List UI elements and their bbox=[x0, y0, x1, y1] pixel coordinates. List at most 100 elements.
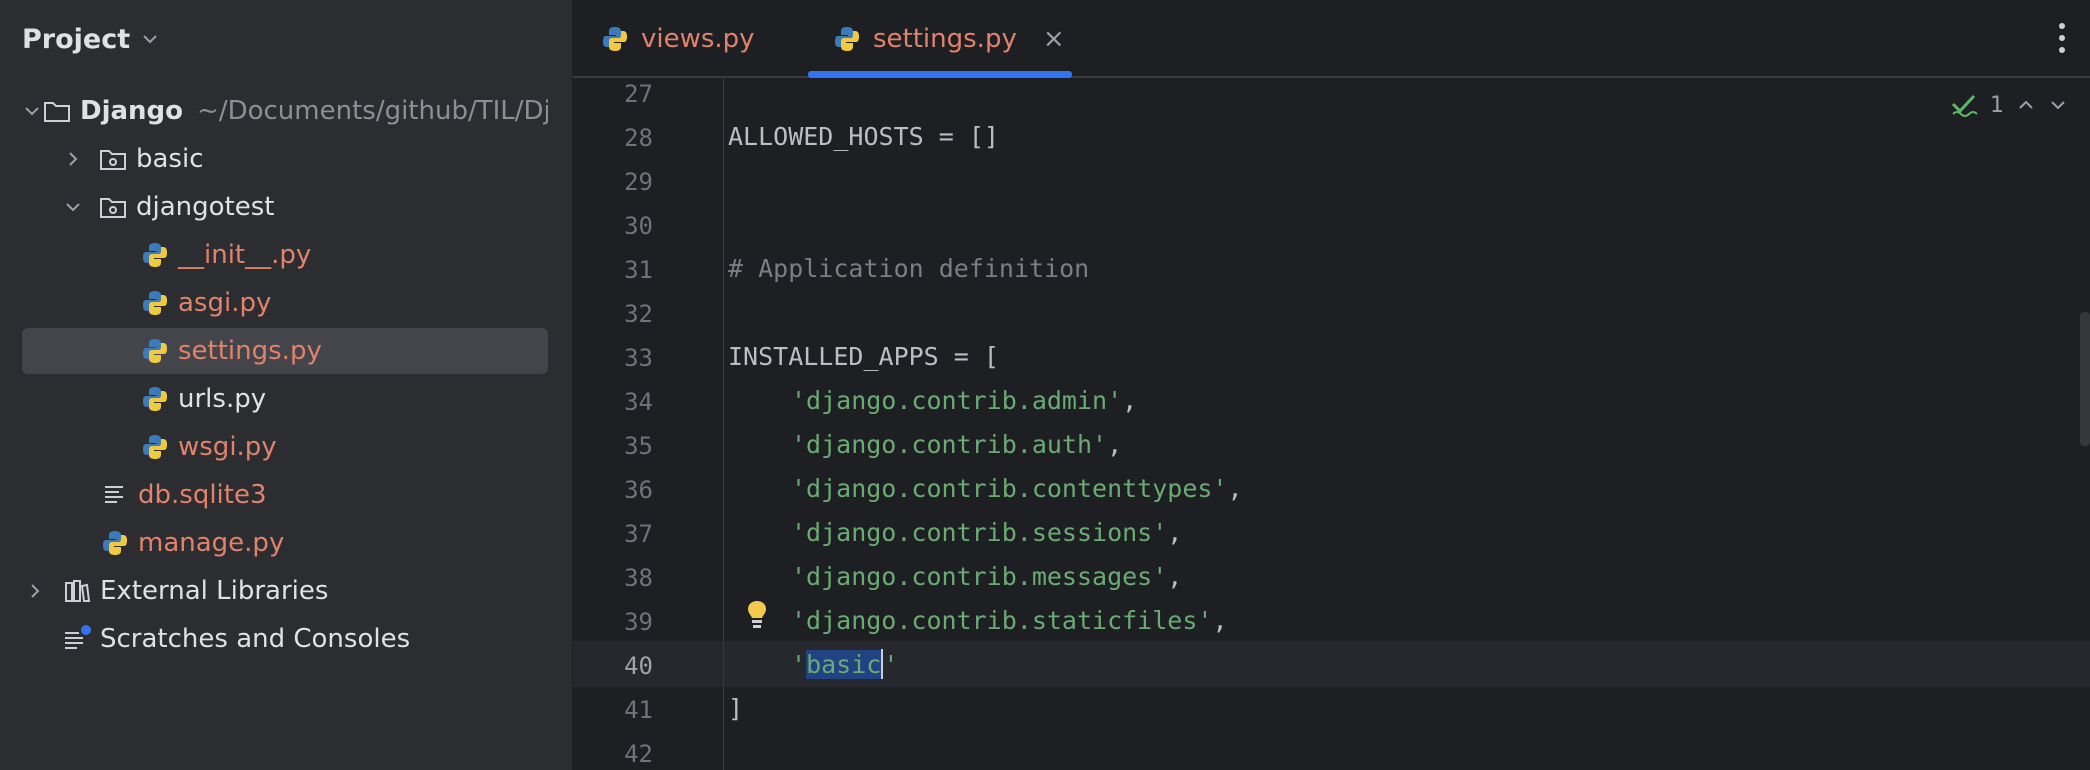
code-text: ] bbox=[728, 693, 744, 723]
folder-icon bbox=[42, 96, 72, 126]
tree-item-label: Scratches and Consoles bbox=[100, 624, 411, 654]
tree-item-label: Django bbox=[80, 96, 184, 126]
line-number: 29 bbox=[624, 168, 653, 196]
tree-item-settings-py[interactable]: settings.py bbox=[22, 328, 548, 374]
tree-item-init-py[interactable]: __init__.py bbox=[140, 232, 548, 278]
more-options-icon[interactable] bbox=[2056, 18, 2068, 58]
python-file-icon bbox=[100, 528, 130, 558]
chevron-down-icon[interactable] bbox=[22, 98, 42, 124]
code-string: 'django.contrib.sessions' bbox=[791, 517, 1168, 547]
tree-item-urls-py[interactable]: urls.py bbox=[140, 376, 548, 422]
inspection-widget[interactable]: 1 bbox=[1950, 88, 2090, 122]
chevron-right-icon[interactable] bbox=[22, 578, 48, 604]
tree-item-label: manage.py bbox=[138, 528, 285, 558]
line-number: 39 bbox=[624, 608, 653, 636]
editor-area: views.py settings.py × 27 28 29 30 31 32… bbox=[573, 0, 2090, 770]
code-text: INSTALLED_APPS = [ bbox=[728, 341, 999, 371]
python-file-icon bbox=[140, 240, 170, 270]
code-line-36[interactable]: 'django.contrib.contenttypes', bbox=[791, 466, 1243, 510]
close-icon[interactable]: × bbox=[1043, 24, 1065, 54]
tree-item-django[interactable]: Django ~/Documents/github/TIL/Django bbox=[22, 88, 548, 134]
tree-item-basic[interactable]: basic bbox=[60, 136, 548, 182]
code-line-39[interactable]: 'django.contrib.staticfiles', bbox=[791, 598, 1228, 642]
tree-item-label: asgi.py bbox=[178, 288, 272, 318]
tree-item-label: db.sqlite3 bbox=[138, 480, 267, 510]
tree-item-label: __init__.py bbox=[178, 240, 312, 270]
project-panel-header[interactable]: Project bbox=[22, 22, 160, 56]
line-number: 36 bbox=[624, 476, 653, 504]
chevron-down-icon[interactable] bbox=[2048, 95, 2068, 115]
tree-item-path: ~/Documents/github/TIL/Django bbox=[197, 96, 548, 126]
line-number: 34 bbox=[624, 388, 653, 416]
tree-item-label: basic bbox=[136, 144, 204, 174]
code-line-37[interactable]: 'django.contrib.sessions', bbox=[791, 510, 1182, 554]
python-file-icon bbox=[140, 336, 170, 366]
code-string: ' bbox=[791, 649, 807, 679]
chevron-down-icon bbox=[143, 35, 157, 44]
tree-item-manage-py[interactable]: manage.py bbox=[100, 520, 548, 566]
tab-settings-py[interactable]: settings.py × bbox=[833, 0, 1065, 78]
python-file-icon bbox=[835, 27, 859, 51]
tab-label: settings.py bbox=[873, 24, 1017, 54]
code-string: 'django.contrib.admin' bbox=[791, 385, 1123, 415]
tree-item-label: djangotest bbox=[136, 192, 275, 222]
tree-item-djangotest[interactable]: djangotest bbox=[60, 184, 548, 230]
line-number: 28 bbox=[624, 124, 653, 152]
project-panel-title: Project bbox=[22, 23, 131, 55]
chevron-down-icon[interactable] bbox=[60, 194, 86, 220]
text-file-icon bbox=[100, 480, 130, 510]
code-line-28[interactable]: ALLOWED_HOSTS = [] bbox=[728, 114, 999, 158]
line-number: 30 bbox=[624, 212, 653, 240]
code-line-33[interactable]: INSTALLED_APPS = [ bbox=[728, 334, 999, 378]
tree-item-label: wsgi.py bbox=[178, 432, 277, 462]
tree-item-label: urls.py bbox=[178, 384, 267, 414]
code-line-40[interactable]: ' basic ' bbox=[791, 642, 898, 686]
line-number: 38 bbox=[624, 564, 653, 592]
code-string: 'django.contrib.auth' bbox=[791, 429, 1108, 459]
code-line-34[interactable]: 'django.contrib.admin', bbox=[791, 378, 1137, 422]
active-tab-indicator bbox=[808, 71, 1072, 78]
project-panel: Project Django ~/Documents/github/TIL/Dj… bbox=[0, 0, 572, 770]
tab-views-py[interactable]: views.py bbox=[601, 0, 755, 78]
code-comment: # Application definition bbox=[728, 253, 1090, 283]
code-line-35[interactable]: 'django.contrib.auth', bbox=[791, 422, 1122, 466]
code-string: 'django.contrib.messages' bbox=[791, 561, 1168, 591]
tree-item-wsgi-py[interactable]: wsgi.py bbox=[140, 424, 548, 470]
module-folder-icon bbox=[98, 144, 128, 174]
code-comma: , bbox=[1122, 385, 1138, 415]
library-icon bbox=[62, 576, 92, 606]
python-file-icon bbox=[140, 288, 170, 318]
python-file-icon bbox=[140, 384, 170, 414]
code-string: 'django.contrib.contenttypes' bbox=[791, 473, 1228, 503]
line-number: 42 bbox=[624, 740, 653, 768]
line-number: 27 bbox=[624, 80, 653, 108]
code-line-38[interactable]: 'django.contrib.messages', bbox=[791, 554, 1182, 598]
scratches-icon bbox=[62, 624, 92, 654]
tree-item-asgi-py[interactable]: asgi.py bbox=[140, 280, 548, 326]
python-file-icon bbox=[603, 27, 627, 51]
code-line-31[interactable]: # Application definition bbox=[728, 246, 1089, 290]
module-folder-icon bbox=[98, 192, 128, 222]
inspection-count: 1 bbox=[1990, 92, 2004, 118]
code-line-41[interactable]: ] bbox=[728, 686, 743, 730]
line-number: 37 bbox=[624, 520, 653, 548]
line-number: 41 bbox=[624, 696, 653, 724]
line-number-current: 40 bbox=[624, 652, 653, 680]
lightbulb-icon[interactable] bbox=[743, 598, 771, 632]
chevron-up-icon[interactable] bbox=[2016, 95, 2036, 115]
code-text: ALLOWED_HOSTS = [] bbox=[728, 121, 999, 151]
code-string: ' bbox=[883, 649, 899, 679]
tree-item-external-libraries[interactable]: External Libraries bbox=[22, 568, 548, 614]
editor-tab-bar: views.py settings.py × bbox=[573, 0, 2090, 78]
selected-text[interactable]: basic bbox=[806, 649, 882, 679]
chevron-right-icon[interactable] bbox=[60, 146, 86, 172]
code-comma: , bbox=[1227, 473, 1243, 503]
code-comma: , bbox=[1212, 605, 1228, 635]
tree-item-scratches[interactable]: Scratches and Consoles bbox=[62, 616, 548, 662]
vertical-scrollbar[interactable] bbox=[2080, 312, 2090, 446]
tree-item-db-sqlite3[interactable]: db.sqlite3 bbox=[100, 472, 548, 518]
line-number: 35 bbox=[624, 432, 653, 460]
code-comma: , bbox=[1167, 517, 1183, 547]
code-string: 'django.contrib.staticfiles' bbox=[791, 605, 1213, 635]
line-number: 32 bbox=[624, 300, 653, 328]
